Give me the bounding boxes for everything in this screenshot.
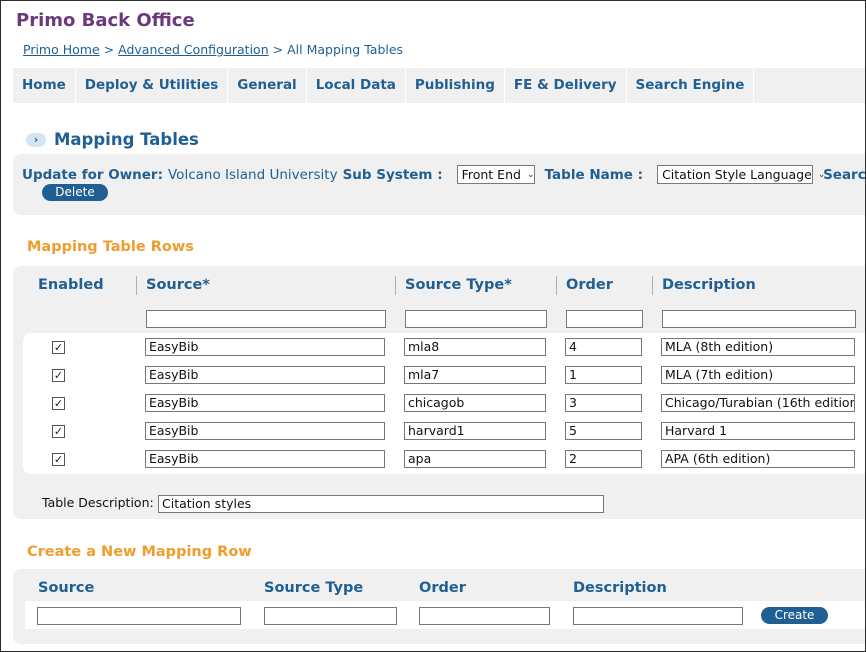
breadcrumb: Primo Home > Advanced Configuration > All Ma… (23, 42, 403, 57)
breadcrumb-separator: > (103, 42, 115, 57)
header-divider (652, 276, 653, 295)
mapping-table-rows-heading: Mapping Table Rows (27, 239, 194, 255)
row-source-input[interactable]: EasyBib (145, 394, 385, 412)
breadcrumb-separator: > (272, 42, 284, 57)
delete-button[interactable]: Delete (42, 184, 108, 201)
row-enabled-checkbox[interactable]: ✓ (52, 369, 65, 382)
nav-search-engine[interactable]: Search Engine (627, 68, 755, 103)
new-source-type-input[interactable] (264, 607, 397, 625)
row-description-input[interactable]: MLA (8th edition) (661, 338, 855, 356)
app-title: Primo Back Office (16, 10, 195, 31)
row-order-input[interactable]: 4 (565, 338, 642, 356)
table-name-label: Table Name : (544, 166, 644, 183)
row-enabled-checkbox[interactable]: ✓ (52, 425, 65, 438)
row-order-input[interactable]: 2 (565, 450, 642, 468)
header-divider (136, 276, 137, 295)
filter-order-input[interactable] (566, 310, 643, 328)
row-description-input[interactable]: Harvard 1 (661, 422, 855, 440)
row-order-input[interactable]: 1 (565, 366, 642, 384)
owner-panel: Update for Owner: Volcano Island Univers… (13, 154, 865, 215)
nav-local-data[interactable]: Local Data (307, 68, 406, 103)
row-source-input[interactable]: EasyBib (145, 422, 385, 440)
nav-fe-delivery[interactable]: FE & Delivery (505, 68, 627, 103)
row-source-type-input[interactable]: mla7 (404, 366, 546, 384)
new-header-source-type: Source Type (264, 580, 364, 596)
new-row-panel: Source Source Type Order Description Cre… (13, 569, 865, 644)
row-enabled-checkbox[interactable]: ✓ (52, 341, 65, 354)
nav-home[interactable]: Home (13, 68, 76, 103)
create-mapping-row-heading: Create a New Mapping Row (27, 544, 252, 560)
table-description-input[interactable]: Citation styles (158, 495, 604, 513)
header-enabled: Enabled (38, 277, 104, 293)
main-nav: Home Deploy & Utilities General Local Da… (13, 68, 865, 103)
breadcrumb-link-home[interactable]: Primo Home (23, 42, 100, 57)
new-header-order: Order (419, 580, 466, 596)
owner-label: Update for Owner: (22, 166, 163, 183)
row-source-input[interactable]: EasyBib (145, 366, 385, 384)
header-source-type[interactable]: Source Type* (405, 276, 512, 294)
new-description-input[interactable] (573, 607, 743, 625)
rows-panel: ✓ EasyBib mla8 4 MLA (8th edition) ✓ Eas… (23, 333, 865, 474)
breadcrumb-link-advanced-configuration[interactable]: Advanced Configuration (118, 42, 269, 57)
chevron-right-icon[interactable]: › (26, 132, 46, 147)
row-order-input[interactable]: 3 (565, 394, 642, 412)
table-name-select[interactable]: Citation Style Language ⌄ (657, 165, 825, 184)
header-order[interactable]: Order (566, 276, 613, 294)
filter-source-input[interactable] (146, 310, 386, 328)
header-source[interactable]: Source* (146, 276, 210, 294)
row-enabled-checkbox[interactable]: ✓ (52, 397, 65, 410)
search-in-table-link[interactable]: Search in Tab (823, 167, 865, 183)
header-divider (395, 276, 396, 295)
row-description-input[interactable]: MLA (7th edition) (661, 366, 855, 384)
row-source-type-input[interactable]: harvard1 (404, 422, 546, 440)
nav-general[interactable]: General (228, 68, 307, 103)
page-title-row: › Mapping Tables (26, 130, 199, 149)
nav-publishing[interactable]: Publishing (406, 68, 505, 103)
header-divider (556, 276, 557, 295)
header-description[interactable]: Description (662, 276, 756, 294)
row-source-type-input[interactable]: apa (404, 450, 546, 468)
row-order-input[interactable]: 5 (565, 422, 642, 440)
subsystem-select-value: Front End (461, 167, 521, 182)
filter-source-type-input[interactable] (405, 310, 547, 328)
table-name-select-value: Citation Style Language (662, 167, 812, 182)
row-enabled-checkbox[interactable]: ✓ (52, 453, 65, 466)
breadcrumb-current: All Mapping Tables (287, 42, 404, 57)
page-title: Mapping Tables (54, 130, 199, 149)
new-order-input[interactable] (419, 607, 550, 625)
subsystem-select[interactable]: Front End ⌄ (456, 165, 535, 184)
filter-description-input[interactable] (662, 310, 856, 328)
new-header-description: Description (573, 580, 667, 596)
table-description-label: Table Description: (42, 495, 154, 510)
nav-deploy-utilities[interactable]: Deploy & Utilities (76, 68, 229, 103)
row-source-type-input[interactable]: mla8 (404, 338, 546, 356)
new-source-input[interactable] (37, 607, 241, 625)
row-source-type-input[interactable]: chicagob (404, 394, 546, 412)
subsystem-label: Sub System : (342, 166, 443, 183)
app-window: Primo Back Office Primo Home > Advanced Co… (0, 0, 866, 652)
row-description-input[interactable]: APA (6th edition) (661, 450, 855, 468)
create-button[interactable]: Create (761, 607, 828, 624)
row-source-input[interactable]: EasyBib (145, 338, 385, 356)
new-header-source: Source (38, 580, 95, 596)
row-description-input[interactable]: Chicago/Turabian (16th edition) (661, 394, 855, 412)
mapping-rows-table: Enabled Source* Source Type* Order Descr… (13, 266, 865, 519)
owner-value: Volcano Island University (168, 166, 338, 183)
row-source-input[interactable]: EasyBib (145, 450, 385, 468)
owner-row: Update for Owner: Volcano Island Univers… (22, 165, 865, 184)
chevron-down-icon: ⌄ (526, 169, 535, 180)
